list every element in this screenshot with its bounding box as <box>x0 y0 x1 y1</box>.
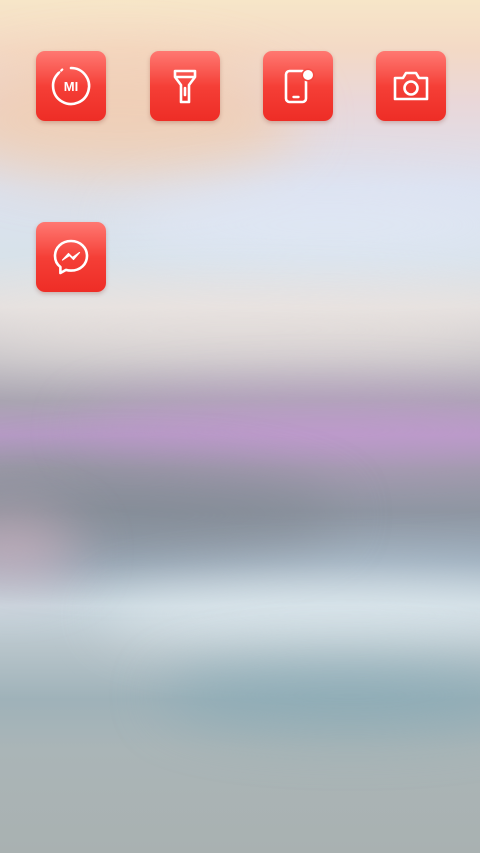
messenger-icon <box>53 239 89 275</box>
app-flashlight[interactable] <box>150 51 220 121</box>
app-mi[interactable]: MI <box>36 51 106 121</box>
camera-icon <box>393 71 429 101</box>
app-phone-notification[interactable] <box>263 51 333 121</box>
home-screen: MI <box>0 0 480 853</box>
flashlight-icon <box>173 69 197 104</box>
app-camera[interactable] <box>376 51 446 121</box>
phone-notification-icon <box>284 68 315 104</box>
mi-icon: MI <box>51 66 91 106</box>
mi-badge-text: MI <box>64 79 78 94</box>
app-icon-grid: MI <box>0 0 480 853</box>
app-messenger[interactable] <box>36 222 106 292</box>
